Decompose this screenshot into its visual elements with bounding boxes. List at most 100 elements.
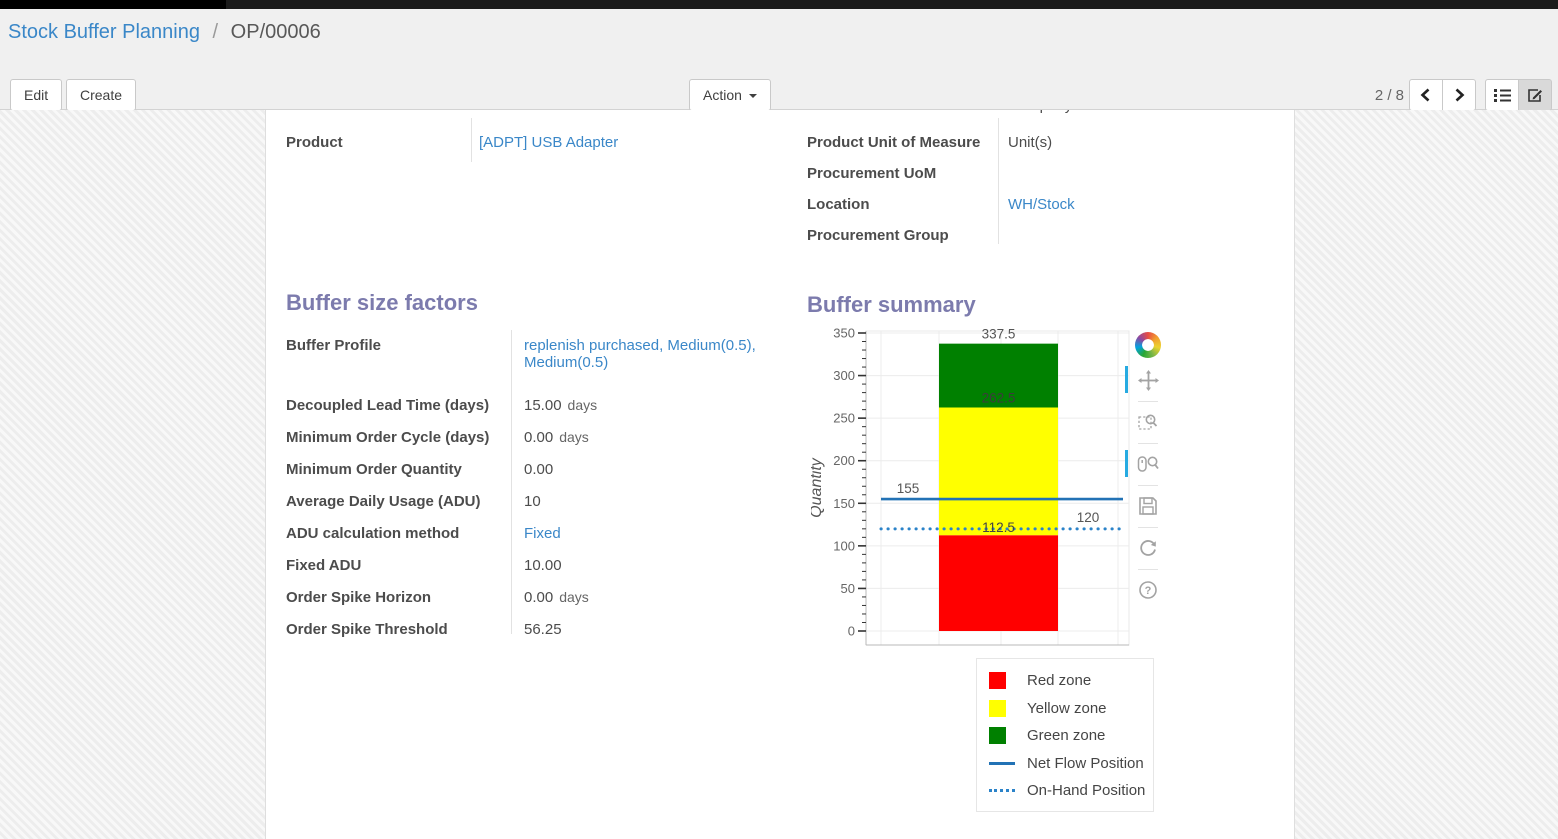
create-button[interactable]: Create xyxy=(66,79,136,111)
on-hand-line-swatch xyxy=(989,789,1015,792)
help-tool-button[interactable]: ? xyxy=(1135,578,1161,602)
buffer-profile-label: Buffer Profile xyxy=(286,337,511,354)
list-icon xyxy=(1494,88,1511,102)
toolbar-separator xyxy=(1138,569,1158,570)
legend-item-green-zone: Green zone xyxy=(989,722,1141,750)
procurement-uom-label: Procurement UoM xyxy=(807,165,998,182)
pager-next-button[interactable] xyxy=(1442,79,1476,111)
chart-toolbar: ? xyxy=(1130,332,1166,611)
legend-label: Green zone xyxy=(1027,727,1105,744)
svg-text:?: ? xyxy=(1145,585,1152,597)
chevron-left-icon xyxy=(1419,87,1433,103)
wheel-zoom-icon xyxy=(1137,454,1159,474)
moc-value: 0.00 xyxy=(511,429,553,446)
svg-text:300: 300 xyxy=(833,368,855,383)
svg-text:0: 0 xyxy=(848,624,855,639)
legend-label: Yellow zone xyxy=(1027,700,1107,717)
adu-method-label: ADU calculation method xyxy=(286,525,511,542)
pager-count: 2 / 8 xyxy=(1360,87,1404,104)
action-dropdown-button[interactable]: Action xyxy=(689,79,771,111)
field-row-procurement-group: Procurement Group xyxy=(807,227,1277,258)
list-view-button[interactable] xyxy=(1485,79,1519,111)
svg-text:112.5: 112.5 xyxy=(982,520,1015,535)
field-row-adu-method: ADU calculation method Fixed xyxy=(286,520,781,552)
content-background: Company Product [ADPT] USB Adapter Produ… xyxy=(0,110,1558,839)
legend-item-red-zone: Red zone xyxy=(989,667,1141,695)
svg-text:Quantity: Quantity xyxy=(811,457,825,518)
fixed-adu-label: Fixed ADU xyxy=(286,557,511,574)
moq-label: Minimum Order Quantity xyxy=(286,461,511,478)
caret-down-icon xyxy=(749,94,757,98)
svg-text:350: 350 xyxy=(833,328,855,341)
yellow-zone-swatch xyxy=(989,700,1006,717)
breadcrumb-current: OP/00006 xyxy=(231,21,321,43)
svg-text:250: 250 xyxy=(833,411,855,426)
adu-method-value-link[interactable]: Fixed xyxy=(524,525,561,542)
edit-button[interactable]: Edit xyxy=(10,79,62,111)
moq-value: 0.00 xyxy=(511,461,553,478)
create-button-label: Create xyxy=(80,87,122,103)
svg-text:100: 100 xyxy=(833,538,855,553)
box-zoom-tool-button[interactable] xyxy=(1135,410,1161,434)
view-switcher xyxy=(1485,79,1552,111)
location-value-link[interactable]: WH/Stock xyxy=(1008,196,1075,213)
svg-text:50: 50 xyxy=(841,581,855,596)
bokeh-logo-icon[interactable] xyxy=(1135,332,1161,358)
green-zone-swatch xyxy=(989,727,1006,744)
legend-label: On-Hand Position xyxy=(1027,782,1145,799)
field-row-buffer-profile: Buffer Profile replenish purchased, Medi… xyxy=(286,332,781,392)
spike-horizon-label: Order Spike Horizon xyxy=(286,589,511,606)
pager-previous-button[interactable] xyxy=(1409,79,1443,111)
measure-location-group: Product Unit of Measure Unit(s) Procurem… xyxy=(807,134,1277,258)
svg-text:337.5: 337.5 xyxy=(982,328,1016,342)
spike-threshold-label: Order Spike Threshold xyxy=(286,621,511,638)
location-label: Location xyxy=(807,196,998,213)
wheel-zoom-tool-button[interactable] xyxy=(1135,452,1161,476)
save-tool-button[interactable] xyxy=(1135,494,1161,518)
top-menu-bar xyxy=(0,0,1558,9)
net-flow-line-swatch xyxy=(989,762,1015,765)
legend-item-on-hand: On-Hand Position xyxy=(989,777,1141,805)
dlt-unit: days xyxy=(568,397,598,413)
top-menu-active-segment xyxy=(0,0,226,9)
pager-buttons xyxy=(1409,79,1476,111)
legend-item-net-flow: Net Flow Position xyxy=(989,750,1141,778)
save-icon xyxy=(1138,496,1158,516)
procurement-group-label: Procurement Group xyxy=(807,227,998,244)
breadcrumb-parent-link[interactable]: Stock Buffer Planning xyxy=(8,21,200,43)
svg-text:262.5: 262.5 xyxy=(982,391,1016,406)
buffer-size-factors-heading: Buffer size factors xyxy=(286,290,478,316)
field-row-uom: Product Unit of Measure Unit(s) xyxy=(807,134,1277,165)
field-row-adu: Average Daily Usage (ADU) 10 xyxy=(286,488,781,520)
buffer-summary-chart[interactable]: 050100150200250300350337.5262.5155120112… xyxy=(811,328,1141,658)
adu-label: Average Daily Usage (ADU) xyxy=(286,493,511,510)
moc-unit: days xyxy=(559,429,589,445)
toolbar-separator xyxy=(1138,443,1158,444)
reset-tool-button[interactable] xyxy=(1135,536,1161,560)
toolbar-separator xyxy=(1138,485,1158,486)
spike-horizon-unit: days xyxy=(559,589,589,605)
svg-text:200: 200 xyxy=(833,453,855,468)
chart-legend: Red zone Yellow zone Green zone Net Flow… xyxy=(976,658,1154,812)
dlt-value: 15.00 xyxy=(511,397,562,414)
field-row-dlt: Decoupled Lead Time (days) 15.00 days xyxy=(286,392,781,424)
product-value-link[interactable]: [ADPT] USB Adapter xyxy=(479,134,618,151)
form-sheet: Company Product [ADPT] USB Adapter Produ… xyxy=(265,110,1295,839)
reset-icon xyxy=(1138,538,1158,558)
buffer-profile-value-link[interactable]: replenish purchased, Medium(0.5), Medium… xyxy=(524,337,756,371)
edit-button-label: Edit xyxy=(24,87,48,103)
red-zone-swatch xyxy=(989,672,1006,689)
field-row-moq: Minimum Order Quantity 0.00 xyxy=(286,456,781,488)
product-label: Product xyxy=(286,134,471,151)
control-panel: Stock Buffer Planning / OP/00006 Edit Cr… xyxy=(0,9,1558,110)
svg-text:155: 155 xyxy=(897,481,920,496)
breadcrumb-separator: / xyxy=(213,21,219,43)
form-view-button[interactable] xyxy=(1518,79,1552,111)
field-row-spike-threshold: Order Spike Threshold 56.25 xyxy=(286,616,781,648)
help-icon: ? xyxy=(1138,580,1158,600)
spike-threshold-value: 56.25 xyxy=(511,621,562,638)
pan-tool-button[interactable] xyxy=(1135,368,1161,392)
toolbar-separator xyxy=(1138,401,1158,402)
field-row-product: Product [ADPT] USB Adapter xyxy=(286,134,786,151)
adu-value: 10 xyxy=(511,493,541,510)
